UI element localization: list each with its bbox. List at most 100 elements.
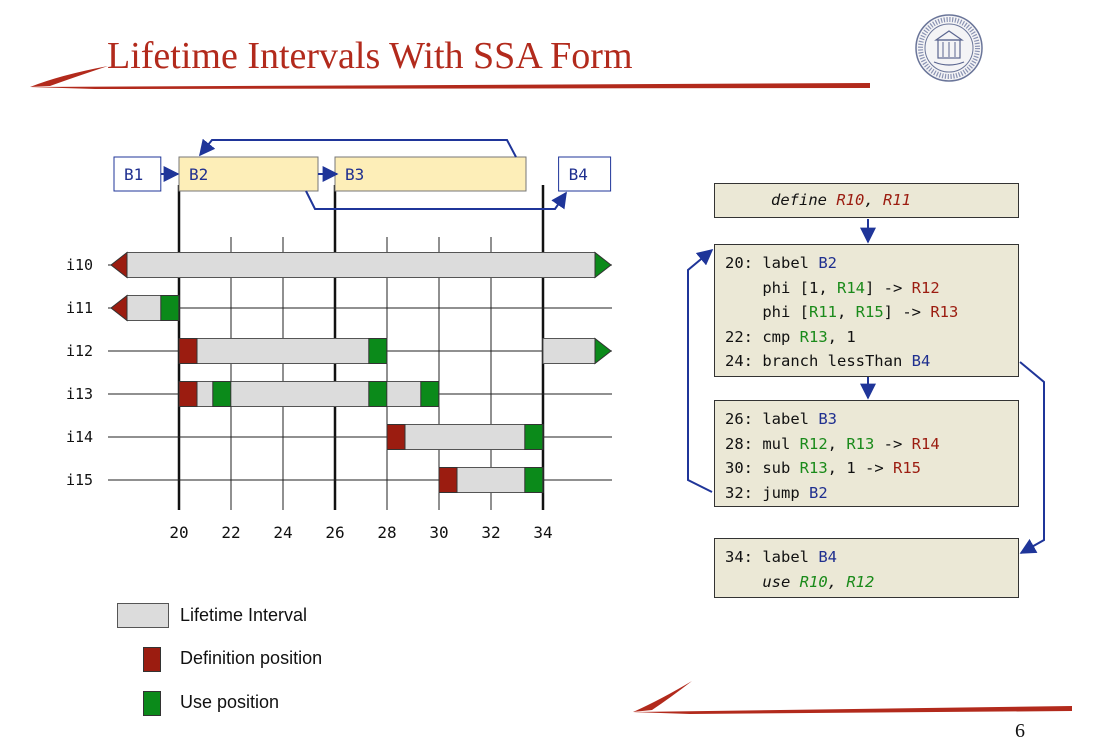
- axis-tick-label: 20: [169, 523, 188, 542]
- slide-title: Lifetime Intervals With SSA Form: [107, 35, 633, 77]
- slide: Lifetime Intervals With SSA Form 6 i10 i1…: [0, 0, 1100, 748]
- use-position-mark: [160, 295, 180, 321]
- footer-swoosh: [633, 706, 1072, 714]
- interval-left-arrow: [110, 251, 128, 279]
- code-line: phi [1, R14] -> R12: [725, 276, 1018, 301]
- code-line: 30: sub R13, 1 -> R15: [725, 456, 1018, 481]
- lifetime-interval-bar: [542, 338, 596, 364]
- code-token: 22: cmp: [725, 327, 800, 346]
- code-token: R12: [846, 572, 875, 591]
- code-token: R12: [911, 278, 940, 297]
- code-token: , 1: [827, 327, 856, 346]
- code-token: 28: mul: [725, 434, 800, 453]
- axis-tick-label: 28: [377, 523, 396, 542]
- legend-use-label: Use position: [180, 692, 280, 712]
- definition-position-mark: [386, 424, 406, 450]
- title-underline-swoosh: [30, 83, 870, 89]
- interval-name: i10: [66, 256, 93, 274]
- use-position-mark: [524, 467, 544, 493]
- page-number: 6: [1015, 720, 1025, 742]
- block-label: B2: [189, 165, 208, 184]
- axis-tick-label: 26: [325, 523, 344, 542]
- code-token: ] ->: [864, 278, 912, 297]
- code-token: R15: [892, 459, 921, 478]
- lifetime-interval-diagram: i10 i11 i12 i13 i14 i15 20 22 24 26 28 30 32 34 B1 B2 B3…: [66, 138, 612, 542]
- interval-name: i13: [66, 385, 93, 403]
- axis-tick-label: 30: [429, 523, 448, 542]
- code-token: 30: sub: [725, 459, 800, 478]
- code-token: use: [762, 572, 800, 591]
- axis-tick-label: 24: [273, 523, 292, 542]
- code-token: B2: [809, 483, 828, 502]
- code-token: R10: [799, 572, 828, 591]
- code-line: 22: cmp R13, 1: [725, 325, 1018, 350]
- code-line: 20: label B2: [725, 251, 1018, 276]
- use-position-mark: [368, 381, 388, 407]
- code-token: R14: [836, 278, 865, 297]
- block-label: B1: [124, 165, 143, 184]
- code-line: define R10, R11: [771, 188, 1018, 213]
- code-token: R14: [911, 434, 940, 453]
- block-branch-arrow: [305, 190, 567, 210]
- block-label: B3: [345, 165, 364, 184]
- code-token: R13: [799, 327, 828, 346]
- code-line: 24: branch lessThan B4: [725, 349, 1018, 374]
- lifetime-interval-bar: [178, 338, 388, 364]
- code-token: ,: [827, 572, 847, 591]
- use-position-mark: [212, 381, 232, 407]
- code-token: R11: [809, 303, 837, 322]
- code-token: 32: jump: [725, 483, 809, 502]
- lifetime-interval-bar: [126, 252, 596, 278]
- code-token: B2: [818, 254, 837, 272]
- axis-tick-label: 32: [481, 523, 500, 542]
- code-line: 26: label B3: [725, 407, 1018, 432]
- legend-definition-label: Definition position: [180, 648, 323, 668]
- interval-name: i11: [66, 299, 93, 317]
- legend-interval-label: Lifetime Interval: [180, 605, 308, 625]
- definition-position-mark: [178, 381, 198, 407]
- title-swoosh-tip: [30, 66, 108, 87]
- code-token: R13: [846, 434, 875, 453]
- code-line: use R10, R12: [725, 570, 1018, 595]
- interval-name: i15: [66, 471, 93, 489]
- code-token: phi [: [725, 303, 809, 322]
- use-position-mark: [368, 338, 388, 364]
- lifetime-interval-bar: [386, 424, 544, 450]
- block-label: B4: [569, 165, 588, 184]
- code-token: define: [771, 191, 837, 209]
- code-token: 34: label: [725, 548, 819, 566]
- code-token: R15: [855, 303, 884, 322]
- code-token: B4: [911, 352, 931, 371]
- definition-position-mark: [178, 338, 198, 364]
- code-token: ,: [837, 303, 856, 322]
- code-line: 28: mul R12, R13 -> R14: [725, 432, 1018, 457]
- code-token: B3: [818, 410, 837, 428]
- code-box-b4: 34: label B4 use R10, R12: [714, 538, 1019, 598]
- code-token: R13: [930, 303, 959, 322]
- interval-left-arrow: [110, 294, 128, 322]
- code-box-b2: 20: label B2 phi [1, R14] -> R12 phi [R1…: [714, 244, 1019, 377]
- code-token: , 1 ->: [827, 459, 893, 478]
- legend-use-swatch: [143, 691, 161, 716]
- interval-right-arrow: [594, 251, 612, 279]
- block-loop-arrow: [199, 138, 517, 158]
- axis-tick-label: 34: [533, 523, 552, 542]
- definition-position-mark: [438, 467, 458, 493]
- interval-right-arrow: [594, 337, 612, 365]
- code-token: R13: [799, 459, 828, 478]
- code-box-define: define R10, R11: [714, 183, 1019, 218]
- code-token: R10: [836, 191, 865, 209]
- code-token: ,: [864, 191, 883, 209]
- use-position-mark: [524, 424, 544, 450]
- legend-definition-swatch: [143, 647, 161, 672]
- code-token: phi [1,: [725, 278, 837, 297]
- code-line: 34: label B4: [725, 545, 1018, 570]
- footer-swoosh-tip: [633, 681, 692, 712]
- university-of-california-seal-icon: [915, 14, 983, 82]
- code-token: 24: branch lessThan: [725, 352, 912, 371]
- code-token: 26: label: [725, 410, 819, 428]
- interval-name: i14: [66, 428, 93, 446]
- code-box-b3: 26: label B3 28: mul R12, R13 -> R14 30: s…: [714, 400, 1019, 507]
- interval-name: i12: [66, 342, 93, 360]
